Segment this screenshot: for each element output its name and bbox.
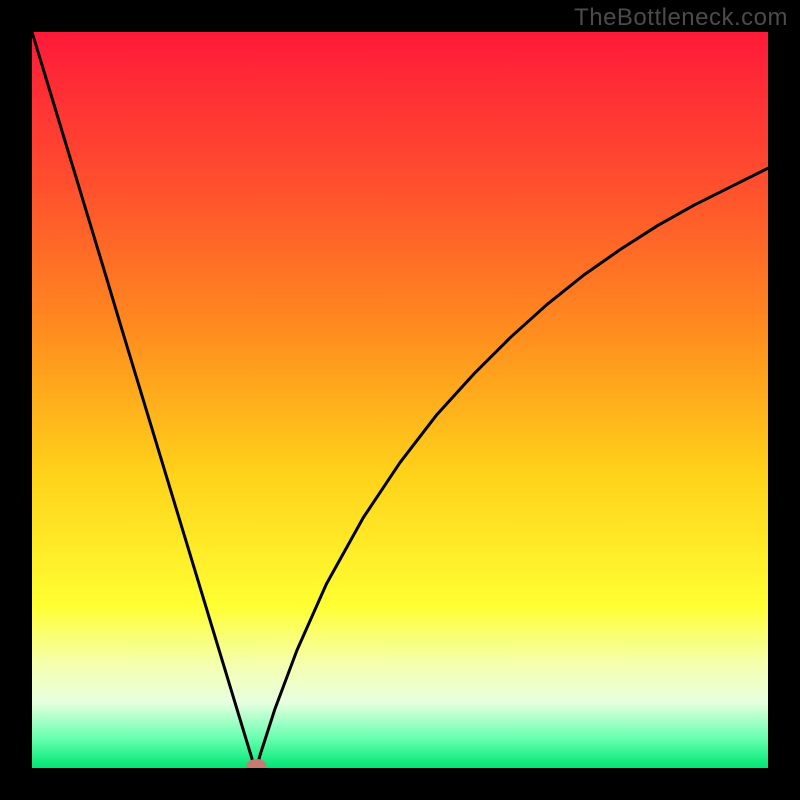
chart-svg <box>32 32 768 768</box>
chart-frame: TheBottleneck.com <box>0 0 800 800</box>
watermark-text: TheBottleneck.com <box>574 4 788 32</box>
chart-plot-area <box>32 32 768 768</box>
